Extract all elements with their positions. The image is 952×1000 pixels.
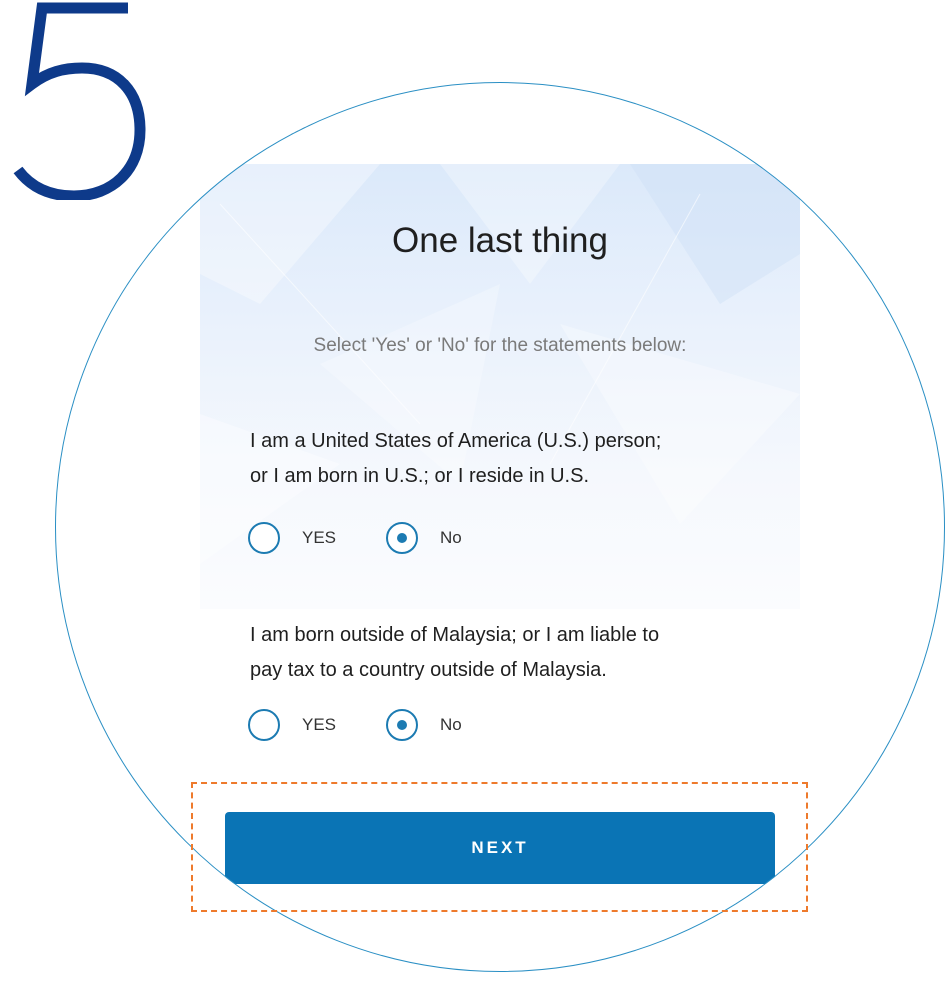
next-button[interactable]: NEXT xyxy=(225,812,775,884)
question-2-text: I am born outside of Malaysia; or I am l… xyxy=(250,618,770,688)
question-1-yes-label: YES xyxy=(302,528,337,547)
instruction-text: Select 'Yes' or 'No' for the statements … xyxy=(313,335,687,356)
question-1-line-1: I am a United States of America (U.S.) p… xyxy=(250,430,662,452)
question-2-line-1: I am born outside of Malaysia; or I am l… xyxy=(250,624,660,646)
radio-button-checked-icon[interactable] xyxy=(386,709,418,741)
question-1-no-option[interactable]: No xyxy=(386,518,462,558)
question-2-yes-label: YES xyxy=(302,715,337,734)
radio-button-checked-icon[interactable] xyxy=(386,522,418,554)
zoom-circle: Update Bank Details One last thing Selec… xyxy=(55,82,945,972)
radio-button-icon[interactable] xyxy=(248,522,280,554)
question-2-no-label: No xyxy=(440,715,462,734)
main-heading: One last thing xyxy=(392,221,608,260)
question-2-yes-option[interactable]: YES xyxy=(248,705,336,745)
question-1-text: I am a United States of America (U.S.) p… xyxy=(250,424,770,494)
question-1-line-2: or I am born in U.S.; or I reside in U.S… xyxy=(250,465,590,487)
question-2-line-2: pay tax to a country outside of Malaysia… xyxy=(250,659,607,681)
radio-button-icon[interactable] xyxy=(248,709,280,741)
question-2-radio-group: YES No xyxy=(248,705,648,745)
question-2-no-option[interactable]: No xyxy=(386,705,462,745)
question-1-yes-option[interactable]: YES xyxy=(248,518,336,558)
question-1-no-label: No xyxy=(440,528,462,547)
question-1-radio-group: YES No xyxy=(248,518,648,558)
